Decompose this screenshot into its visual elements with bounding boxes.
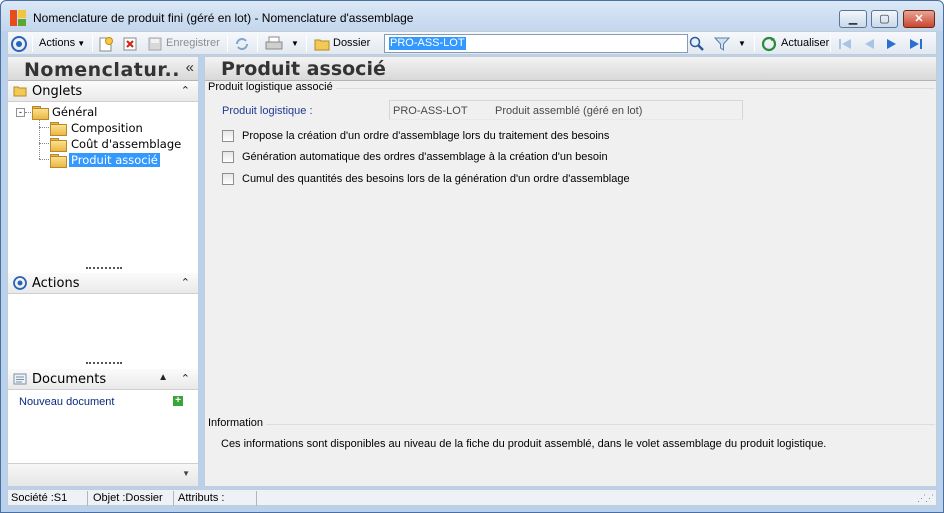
search-input-value: PRO-ASS-LOT — [389, 37, 466, 50]
information-text: Ces informations sont disponibles au niv… — [221, 438, 827, 450]
status-attributes: Attributs : — [175, 491, 257, 506]
delete-icon[interactable] — [122, 36, 138, 52]
propose-order-checkbox[interactable] — [222, 130, 234, 142]
cumulate-quantities-label: Cumul des quantités des besoins lors de … — [242, 173, 630, 185]
logistic-product-field[interactable]: PRO-ASS-LOT Produit assemblé (géré en lo… — [389, 100, 743, 120]
save-icon — [147, 36, 163, 52]
propose-order-label: Propose la création d'un ordre d'assembl… — [242, 130, 610, 142]
status-bar: Société :S1 Objet :Dossier Attributs : ⋰… — [7, 489, 937, 506]
group-title-information: Information — [208, 417, 267, 429]
refresh-disabled-icon — [234, 36, 250, 52]
folder-button[interactable]: Dossier — [333, 35, 370, 52]
actions-section-title: Actions — [32, 276, 80, 291]
last-record-icon[interactable] — [908, 36, 924, 52]
folder-icon — [13, 84, 27, 98]
close-window-button[interactable]: ✕ — [903, 10, 935, 28]
maximize-button[interactable]: ▢ — [871, 10, 898, 28]
collapse-section-icon[interactable]: ⌃ — [181, 84, 190, 97]
auto-generate-label: Génération automatique des ordres d'asse… — [242, 151, 608, 163]
logistic-product-name: Produit assemblé (géré en lot) — [495, 105, 643, 117]
status-company: Société :S1 — [8, 491, 88, 506]
tree-item-general[interactable]: Général — [52, 105, 97, 119]
first-record-icon[interactable] — [837, 36, 853, 52]
main-content: Produit associé Produit logistique assoc… — [204, 56, 937, 487]
folder-icon — [50, 138, 67, 152]
auto-generate-checkbox[interactable] — [222, 151, 234, 163]
refresh-button[interactable]: Actualiser — [781, 35, 829, 52]
previous-record-icon[interactable] — [861, 36, 877, 52]
documents-section-header[interactable]: Documents ▲ ⌃ — [8, 369, 198, 390]
splitter-grip[interactable] — [86, 362, 122, 364]
refresh-icon — [761, 36, 777, 52]
new-record-icon[interactable] — [98, 36, 114, 52]
tree-item-assembly-cost[interactable]: Coût d'assemblage — [71, 137, 181, 151]
filter-icon[interactable] — [713, 36, 731, 52]
print-icon[interactable] — [265, 36, 283, 52]
app-logo-icon — [10, 10, 26, 26]
tree-expander[interactable]: - — [16, 108, 25, 117]
group-divider — [208, 424, 935, 425]
maximize-icon: ▢ — [879, 13, 890, 25]
chevron-up-icon[interactable]: ▲ — [158, 372, 168, 383]
next-record-icon[interactable] — [884, 36, 900, 52]
logistic-product-label: Produit logistique : — [222, 105, 313, 117]
chevron-down-icon: ▼ — [75, 39, 86, 48]
document-icon — [13, 372, 27, 386]
search-input[interactable]: PRO-ASS-LOT — [384, 34, 688, 53]
nav-target-icon[interactable] — [11, 36, 27, 52]
chevron-down-icon[interactable]: ▼ — [182, 469, 190, 478]
close-icon: ✕ — [914, 13, 924, 25]
actions-menu-button[interactable]: Actions ▼ — [39, 35, 85, 52]
tree-item-associated-product[interactable]: Produit associé — [69, 153, 160, 167]
splitter-grip[interactable] — [86, 267, 122, 269]
collapse-section-icon[interactable]: ⌃ — [181, 276, 190, 289]
navigation-panel-header: Nomenclatur.. « — [8, 57, 198, 81]
application-window: Nomenclature de produit fini (géré en lo… — [0, 0, 944, 513]
logistic-product-code: PRO-ASS-LOT — [393, 105, 468, 117]
folder-icon — [32, 106, 49, 120]
actions-target-icon — [13, 276, 27, 290]
actions-menu-label: Actions — [39, 37, 76, 49]
main-header: Produit associé — [205, 57, 936, 81]
minimize-icon: ▁ — [848, 13, 858, 25]
folder-icon — [314, 36, 330, 52]
add-document-icon[interactable]: + — [173, 396, 183, 406]
minimize-button[interactable]: ▁ — [839, 10, 867, 28]
tabs-section-title: Onglets — [32, 84, 83, 99]
title-bar: Nomenclature de produit fini (géré en lo… — [1, 1, 943, 31]
documents-section-title: Documents — [32, 372, 107, 387]
print-dropdown-chevron-icon[interactable]: ▼ — [291, 35, 299, 52]
tree-item-composition[interactable]: Composition — [71, 121, 143, 135]
collapse-section-icon[interactable]: ⌃ — [181, 372, 190, 385]
panel-footer: ▼ — [8, 463, 198, 486]
new-document-link[interactable]: Nouveau document — [19, 396, 114, 408]
status-object: Objet :Dossier — [90, 491, 174, 506]
search-icon[interactable] — [689, 36, 705, 52]
window-title: Nomenclature de produit fini (géré en lo… — [33, 11, 414, 25]
filter-dropdown-chevron-icon[interactable]: ▼ — [738, 35, 746, 52]
group-title-logistic-product: Produit logistique associé — [208, 81, 336, 93]
navigation-panel: Nomenclatur.. « Onglets ⌃ - Général Comp… — [7, 56, 199, 487]
folder-icon — [50, 122, 67, 136]
toolbar: Actions ▼ Enregistrer ▼ Dossier PRO-ASS-… — [7, 31, 937, 55]
navigation-panel-title: Nomenclatur.. — [24, 59, 180, 81]
page-title: Produit associé — [221, 58, 386, 80]
save-button[interactable]: Enregistrer — [166, 35, 220, 52]
collapse-panel-icon[interactable]: « — [186, 59, 194, 76]
tabs-section-header[interactable]: Onglets ⌃ — [8, 81, 198, 102]
cumulate-quantities-checkbox[interactable] — [222, 173, 234, 185]
open-folder-icon — [50, 154, 67, 168]
actions-section-header[interactable]: Actions ⌃ — [8, 273, 198, 294]
resize-grip-icon[interactable]: ⋰⋰ — [917, 493, 934, 504]
